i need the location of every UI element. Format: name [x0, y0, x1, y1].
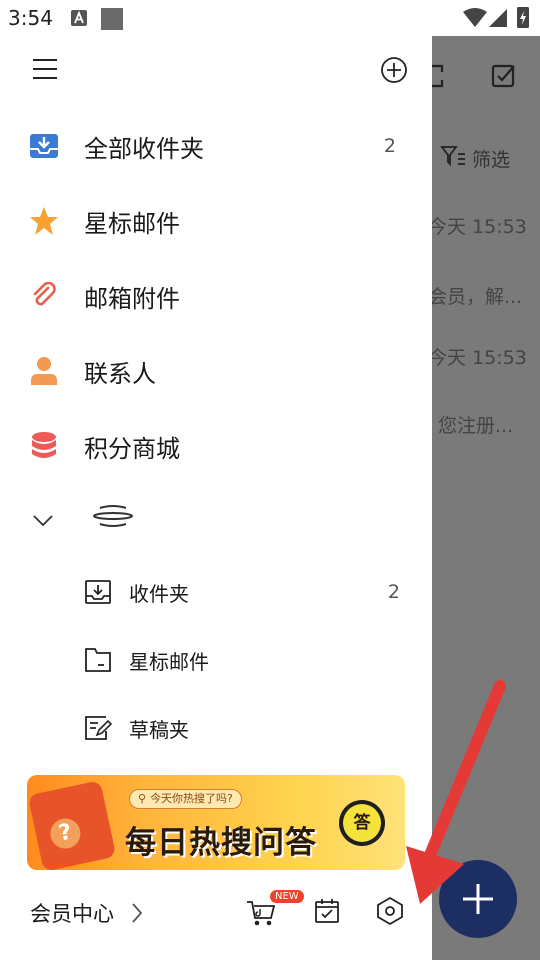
filter-icon[interactable] — [440, 144, 466, 168]
battery-icon — [517, 7, 529, 28]
nav-item-contacts[interactable]: 联系人 — [0, 341, 432, 401]
folder-item-drafts[interactable]: 草稿夹 — [0, 700, 432, 756]
drawer-footer: 会员中心 NEW — [0, 884, 432, 944]
nav-count: 2 — [383, 135, 396, 157]
annotation-arrow-icon — [406, 680, 506, 904]
chevron-down-icon[interactable] — [32, 514, 54, 528]
mail-time: 今天 15:53 — [428, 216, 527, 238]
status-bar: 3:54 — [0, 0, 540, 36]
notification-square-icon — [101, 8, 123, 30]
draft-icon — [85, 716, 112, 740]
nav-label: 积分商城 — [84, 434, 180, 463]
folder-label: 草稿夹 — [129, 717, 189, 742]
banner-title: 每日热搜问答 — [125, 825, 317, 861]
folder-item-inbox[interactable]: 收件夹 2 — [0, 564, 432, 620]
folder-item-starred[interactable]: 星标邮件 — [0, 632, 432, 688]
folder-label: 星标邮件 — [129, 649, 209, 674]
paperclip-icon — [28, 280, 60, 312]
mail-time: 今天 15:53 — [428, 347, 527, 369]
account-logo-icon — [93, 505, 133, 527]
mail-snippet: 您注册... — [438, 415, 514, 437]
navigation-drawer: 全部收件夹 2 星标邮件 邮箱附件 联系人 积分商城 收件夹 2 星标邮件 草稿… — [0, 36, 432, 960]
nav-label: 星标邮件 — [84, 209, 180, 238]
calendar-check-icon[interactable] — [314, 897, 340, 925]
nav-item-all-inbox[interactable]: 全部收件夹 2 — [0, 116, 432, 176]
inbox-icon — [85, 580, 111, 604]
nav-label: 邮箱附件 — [84, 284, 180, 313]
nav-label: 全部收件夹 — [84, 134, 204, 163]
nav-item-starred[interactable]: 星标邮件 — [0, 191, 432, 251]
answer-badge: 答 — [339, 800, 385, 846]
folder-count: 2 — [387, 581, 400, 603]
nav-item-points-mall[interactable]: 积分商城 — [0, 416, 432, 476]
hot-search-banner[interactable]: ? ⚲ 今天你热搜了吗? 每日热搜问答 答 — [27, 775, 405, 870]
menu-icon[interactable] — [32, 58, 58, 80]
coins-icon — [28, 430, 60, 462]
folder-label: 收件夹 — [129, 581, 189, 606]
mail-snippet: 会员，解... — [428, 286, 523, 308]
banner-bubble-text: 今天你热搜了吗? — [150, 792, 233, 805]
banner-bubble: ⚲ 今天你热搜了吗? — [129, 789, 242, 809]
nav-label: 联系人 — [84, 359, 156, 388]
status-time: 3:54 — [8, 6, 53, 30]
cart-icon[interactable] — [246, 898, 276, 928]
vip-center-link[interactable]: 会员中心 — [30, 898, 114, 928]
person-icon — [28, 355, 60, 387]
folder-icon — [85, 648, 111, 672]
signal-icon — [489, 9, 507, 27]
question-card: ? — [27, 780, 117, 870]
search-icon: ⚲ — [138, 792, 147, 805]
star-icon — [28, 205, 60, 237]
filter-label[interactable]: 筛选 — [472, 145, 510, 172]
new-badge: NEW — [270, 890, 304, 903]
question-mark-icon: ? — [47, 815, 84, 852]
edit-check-icon[interactable] — [490, 62, 518, 90]
nav-item-attachments[interactable]: 邮箱附件 — [0, 266, 432, 326]
inbox-download-icon — [28, 130, 60, 162]
wifi-icon — [463, 8, 487, 27]
add-circle-icon[interactable] — [380, 56, 408, 84]
chevron-right-icon[interactable] — [130, 902, 144, 924]
answer-badge-text: 答 — [343, 804, 381, 842]
notification-a-icon — [71, 10, 87, 26]
